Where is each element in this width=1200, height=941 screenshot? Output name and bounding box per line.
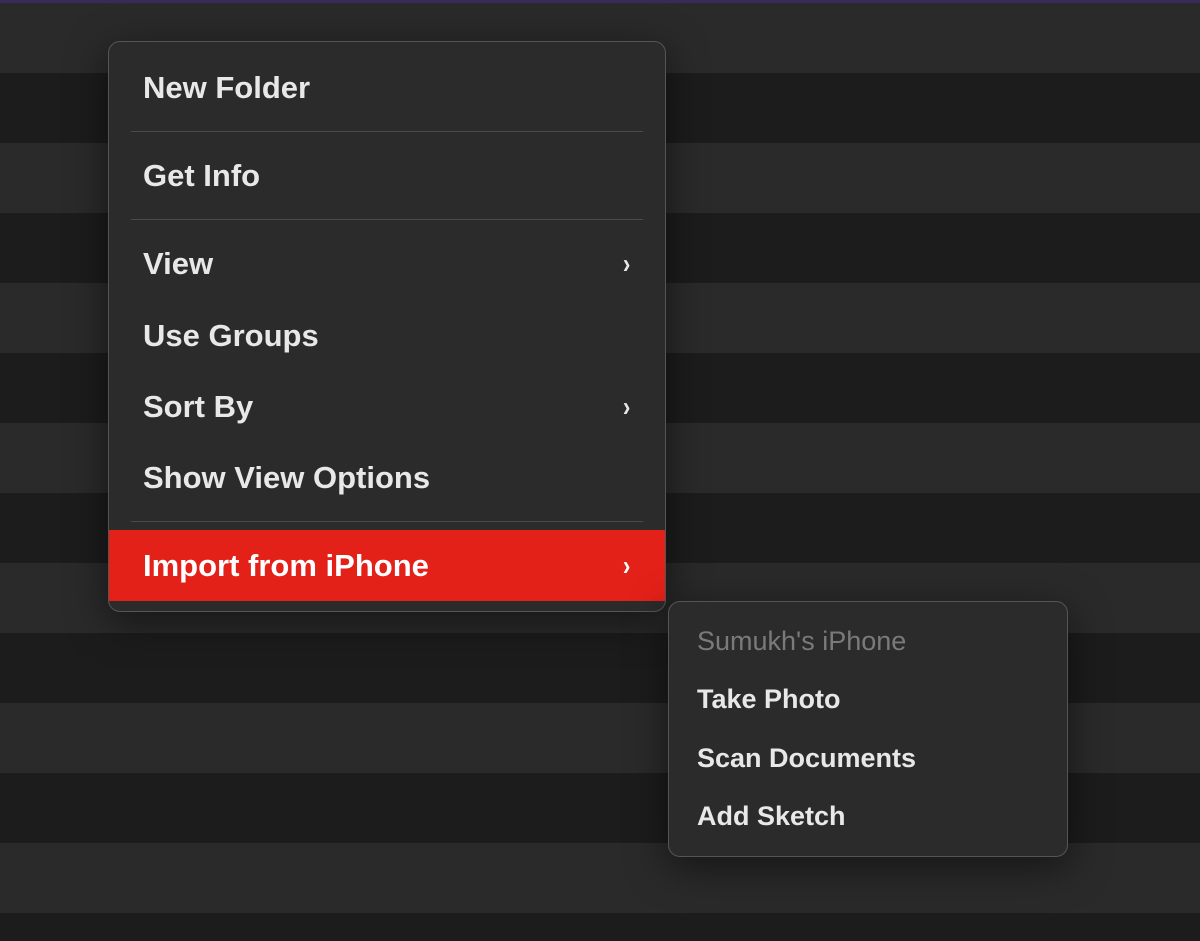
menu-label: Take Photo [697,683,841,715]
menu-item-sort-by[interactable]: Sort By › [109,371,665,442]
menu-item-get-info[interactable]: Get Info [109,140,665,211]
menu-item-import-from-iphone[interactable]: Import from iPhone › [109,530,665,601]
menu-label: Sort By [143,388,253,425]
submenu-item-scan-documents[interactable]: Scan Documents [669,729,1067,787]
submenu-device-header: Sumukh's iPhone [669,612,1067,670]
chevron-right-icon: › [623,247,630,281]
menu-label: View [143,245,213,282]
menu-label: New Folder [143,69,310,106]
submenu-item-add-sketch[interactable]: Add Sketch [669,787,1067,845]
menu-label: Use Groups [143,317,319,354]
chevron-right-icon: › [623,390,630,424]
menu-label: Import from iPhone [143,547,429,584]
menu-item-use-groups[interactable]: Use Groups [109,300,665,371]
submenu-item-take-photo[interactable]: Take Photo [669,670,1067,728]
menu-item-view[interactable]: View › [109,228,665,299]
context-menu: New Folder Get Info View › Use Groups So… [108,41,666,612]
menu-label: Get Info [143,157,260,194]
menu-item-new-folder[interactable]: New Folder [109,52,665,123]
menu-separator [131,521,643,522]
menu-label: Show View Options [143,459,430,496]
menu-item-show-view-options[interactable]: Show View Options [109,442,665,513]
menu-label: Scan Documents [697,742,916,774]
menu-label: Sumukh's iPhone [697,625,906,657]
menu-separator [131,131,643,132]
import-submenu: Sumukh's iPhone Take Photo Scan Document… [668,601,1068,857]
menu-label: Add Sketch [697,800,846,832]
chevron-right-icon: › [623,549,630,583]
menu-separator [131,219,643,220]
